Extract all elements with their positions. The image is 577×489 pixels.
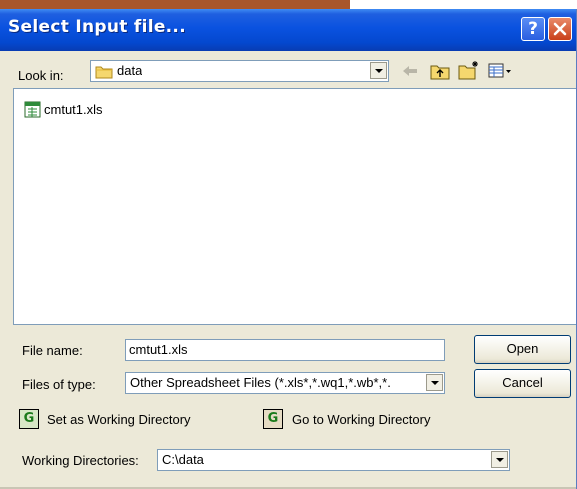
look-in-label: Look in:: [18, 68, 64, 83]
set-working-directory-icon: G: [23, 411, 35, 426]
new-folder-icon[interactable]: [458, 60, 480, 80]
set-working-directory-label[interactable]: Set as Working Directory: [47, 412, 191, 427]
view-menu-icon[interactable]: [488, 63, 512, 79]
look-in-dropdown-button[interactable]: [370, 62, 387, 79]
dialog-title: Select Input file...: [8, 17, 186, 37]
go-to-working-directory-button[interactable]: G: [263, 409, 283, 429]
cancel-button[interactable]: Cancel: [474, 369, 571, 398]
excel-file-icon: [24, 101, 41, 118]
title-bar[interactable]: Select Input file...: [0, 9, 576, 51]
up-folder-icon[interactable]: [430, 62, 450, 80]
set-working-directory-button[interactable]: G: [19, 409, 39, 429]
file-name: cmtut1.xls: [44, 102, 103, 117]
go-to-working-directory-icon: G: [267, 411, 279, 426]
files-of-type-combo[interactable]: Other Spreadsheet Files (*.xls*,*.wq1,*.…: [125, 372, 445, 394]
file-name-input[interactable]: [129, 342, 429, 357]
select-input-file-dialog: Select Input file... Look in: data: [0, 9, 577, 489]
help-button[interactable]: [521, 17, 545, 41]
files-of-type-value: Other Spreadsheet Files (*.xls*,*.wq1,*.…: [130, 375, 391, 390]
close-icon: [553, 22, 567, 36]
folder-icon: [95, 66, 113, 79]
look-in-value: data: [117, 63, 143, 78]
screenshot-frame: Select Input file... Look in: data: [0, 0, 577, 489]
go-to-working-directory-label[interactable]: Go to Working Directory: [292, 412, 430, 427]
file-list[interactable]: cmtut1.xls: [13, 88, 576, 325]
open-button[interactable]: Open: [474, 335, 571, 364]
working-directories-combo[interactable]: C:\data: [157, 449, 510, 471]
back-arrow-icon[interactable]: [402, 65, 418, 77]
working-directories-label: Working Directories:: [22, 453, 139, 468]
background-strip: [0, 0, 350, 9]
look-in-combo[interactable]: data: [90, 60, 389, 82]
working-directories-value: C:\data: [162, 452, 204, 467]
file-name-label: File name:: [22, 343, 83, 358]
working-directories-dropdown-button[interactable]: [491, 451, 508, 468]
files-of-type-label: Files of type:: [22, 377, 96, 392]
files-of-type-dropdown-button[interactable]: [426, 374, 443, 391]
close-button[interactable]: [548, 17, 572, 41]
file-name-input-box[interactable]: [125, 339, 445, 361]
